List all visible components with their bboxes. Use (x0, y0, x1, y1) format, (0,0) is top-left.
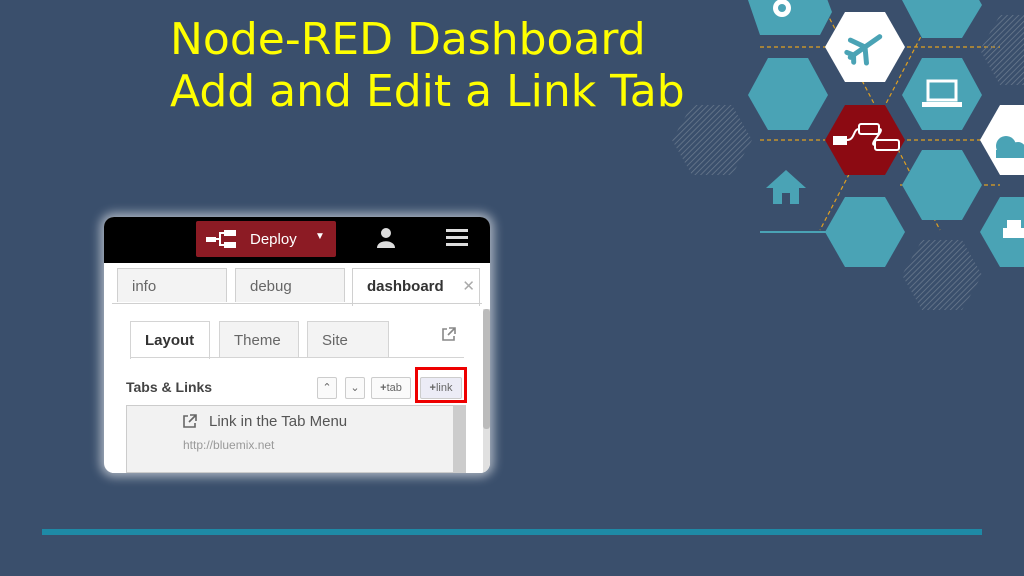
tab-theme[interactable]: Theme (219, 321, 299, 357)
section-title: Tabs & Links (126, 379, 213, 395)
tab-layout-label: Layout (145, 332, 195, 349)
add-tab-label: tab (386, 382, 402, 394)
slide-title-line-1: Node-RED Dashboard (170, 14, 646, 65)
tabs-links-list: Link in the Tab Menu http://bluemix.net (126, 405, 466, 473)
tab-divider (112, 303, 482, 304)
header-bar: Deploy ▼ (104, 217, 490, 263)
tab-site[interactable]: Site (307, 321, 389, 357)
tab-layout[interactable]: Layout (130, 321, 210, 359)
link-name: Link in the Tab Menu (209, 413, 348, 430)
sidebar-scrollbar-thumb[interactable] (483, 309, 490, 429)
add-tab-button[interactable]: +tab (371, 377, 411, 399)
tab-debug[interactable]: debug (235, 268, 345, 302)
hex-hatch-2 (902, 240, 982, 310)
deploy-button[interactable]: Deploy ▼ (196, 221, 336, 257)
deploy-label: Deploy (250, 231, 297, 248)
chevron-down-icon[interactable]: ▼ (315, 231, 325, 242)
hamburger-menu-icon[interactable] (446, 229, 468, 247)
tab-dashboard-label: dashboard (367, 278, 444, 295)
external-link-icon (183, 414, 197, 428)
sidebar: info debug dashboard ✕ Layout Theme Site… (112, 263, 490, 473)
bottom-rule (42, 529, 982, 535)
chevron-down-icon: ⌄ (350, 382, 360, 394)
tab-info-label: info (132, 278, 157, 295)
user-icon[interactable] (376, 227, 396, 249)
subtab-divider (130, 357, 464, 358)
collapse-all-button[interactable]: ⌄ (345, 377, 365, 399)
chevron-up-icon: ⌃ (322, 382, 332, 394)
highlight-box (415, 367, 467, 403)
tab-info[interactable]: info (117, 268, 227, 302)
slide-title: Node-RED Dashboard Add and Edit a Link T… (170, 14, 685, 118)
node-red-screenshot: Deploy ▼ info debug dashboard ✕ Layout T… (104, 217, 490, 473)
hexagon-decoration (672, 0, 1024, 310)
external-link-icon[interactable] (441, 326, 457, 342)
slide-title-line-2: Add and Edit a Link Tab (170, 66, 685, 117)
link-url: http://bluemix.net (183, 438, 275, 452)
tab-debug-label: debug (250, 278, 292, 295)
tab-theme-label: Theme (234, 332, 281, 349)
hex-hatch-3 (980, 15, 1024, 85)
tab-site-label: Site (322, 332, 348, 349)
hex-hatch-1 (672, 105, 752, 175)
list-scrollbar[interactable] (453, 406, 465, 472)
deploy-icon (206, 230, 236, 248)
close-icon[interactable]: ✕ (462, 277, 475, 295)
expand-all-button[interactable]: ⌃ (317, 377, 337, 399)
tab-dashboard[interactable]: dashboard ✕ (352, 268, 480, 306)
home-icon (766, 170, 806, 204)
